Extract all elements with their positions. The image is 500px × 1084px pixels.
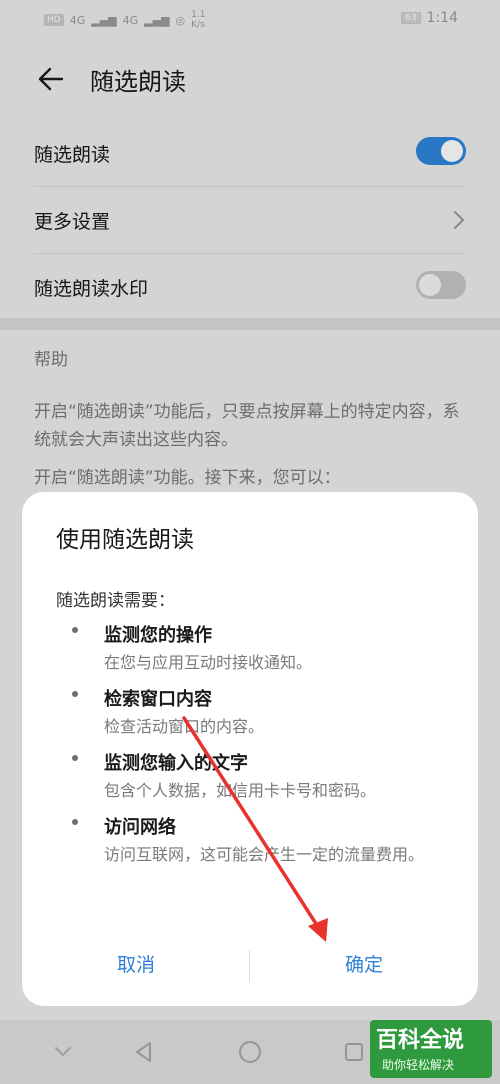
dialog-button-bar: 取消 确定 xyxy=(22,944,478,992)
permission-description: 包含个人数据，如信用卡卡号和密码。 xyxy=(104,781,377,800)
bullet-icon xyxy=(72,627,78,633)
site-watermark-logo: 百科全说 助你轻松解决 xyxy=(370,1020,492,1078)
dialog-intro: 随选朗读需要： xyxy=(56,591,175,611)
permission-item: 监测您输入的文字 包含个人数据，如信用卡卡号和密码。 xyxy=(56,750,456,804)
permission-item: 访问网络 访问互联网，这可能会产生一定的流量费用。 xyxy=(56,814,456,868)
cancel-button[interactable]: 取消 xyxy=(22,950,250,977)
permission-title: 监测您的操作 xyxy=(104,625,212,646)
permission-title: 检索窗口内容 xyxy=(104,689,212,710)
permission-item: 检索窗口内容 检查活动窗口的内容。 xyxy=(56,686,456,740)
accessibility-settings-screen: HD 4G ▂▄▆ 4G ▂▄▆ ◎ 1.1 K/s 63 1:14 随选朗读 … xyxy=(0,0,500,1084)
bullet-icon xyxy=(72,819,78,825)
permission-title: 访问网络 xyxy=(104,817,176,838)
permission-description: 检查活动窗口的内容。 xyxy=(104,717,265,736)
permission-list: 监测您的操作 在您与应用互动时接收通知。 检索窗口内容 检查活动窗口的内容。 监… xyxy=(56,622,456,878)
dialog-title: 使用随选朗读 xyxy=(56,527,194,553)
permission-description: 在您与应用互动时接收通知。 xyxy=(104,653,313,672)
bullet-icon xyxy=(72,755,78,761)
permission-title: 监测您输入的文字 xyxy=(104,753,248,774)
permission-dialog: 使用随选朗读 随选朗读需要： 监测您的操作 在您与应用互动时接收通知。 检索窗口… xyxy=(22,492,478,1006)
permission-item: 监测您的操作 在您与应用互动时接收通知。 xyxy=(56,622,456,676)
bullet-icon xyxy=(72,691,78,697)
confirm-button[interactable]: 确定 xyxy=(250,950,478,977)
permission-description: 访问互联网，这可能会产生一定的流量费用。 xyxy=(104,845,425,864)
watermark-sub-text: 助你轻松解决 xyxy=(382,1058,455,1072)
watermark-main-text: 百科全说 xyxy=(376,1028,465,1053)
